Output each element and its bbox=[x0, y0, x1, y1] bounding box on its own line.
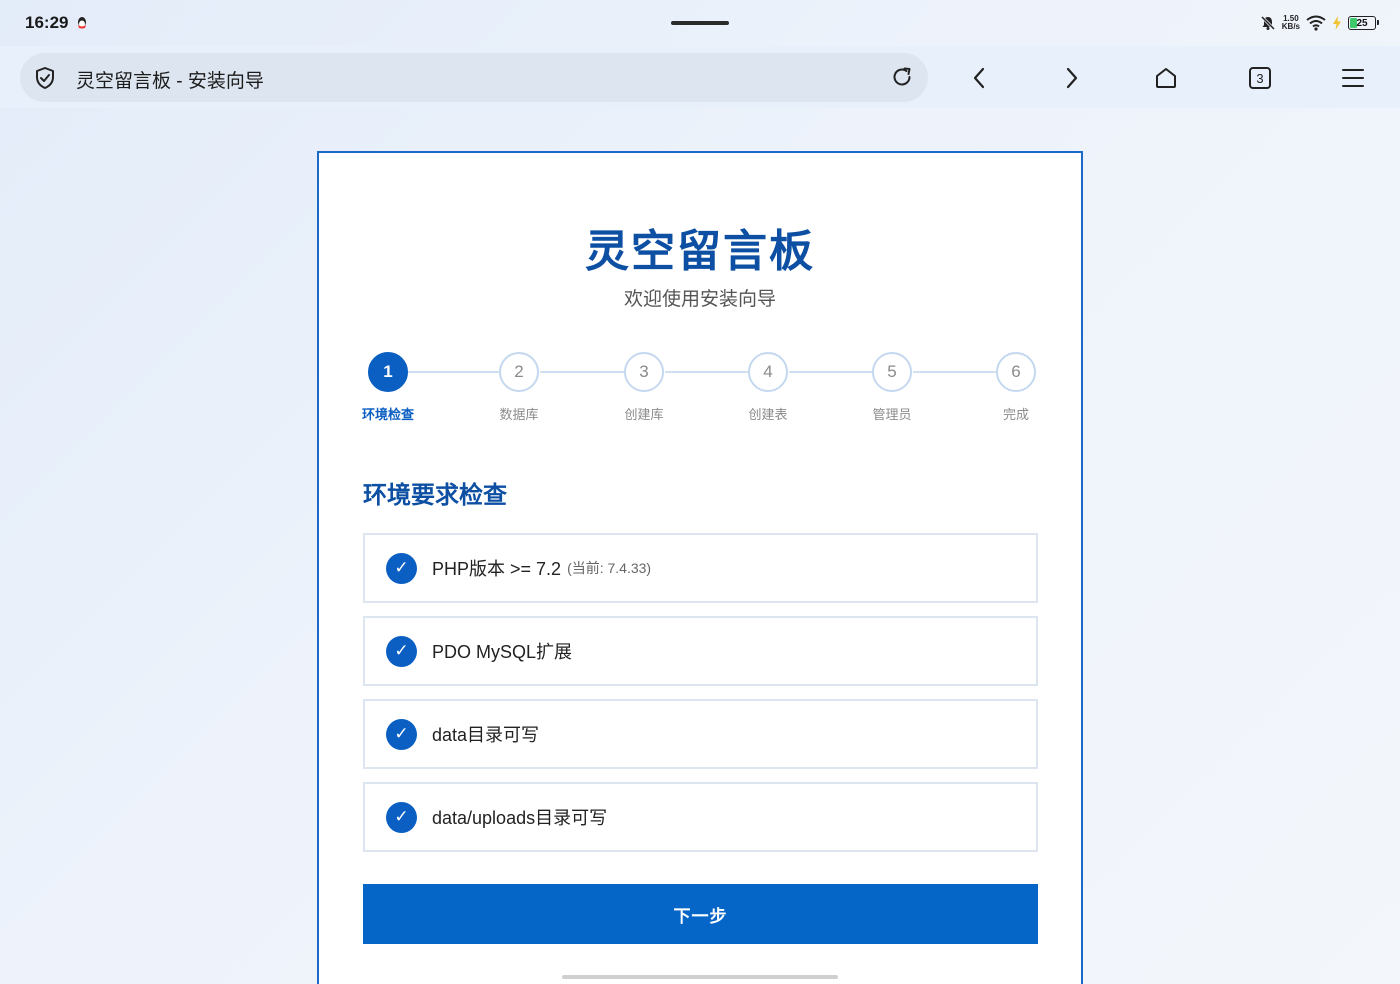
home-button[interactable] bbox=[1151, 63, 1181, 93]
step-label: 完成 bbox=[1002, 407, 1029, 422]
section-title: 环境要求检查 bbox=[363, 482, 507, 509]
step-number: 3 bbox=[624, 352, 664, 392]
check-icon: ✓ bbox=[386, 552, 417, 584]
requirement-text: data/uploads目录可写 bbox=[432, 808, 608, 828]
chevron-left-icon bbox=[973, 67, 985, 89]
battery-percent: 25 bbox=[1356, 17, 1368, 29]
step-number: 4 bbox=[748, 352, 788, 392]
tabs-button[interactable]: 3 bbox=[1245, 63, 1275, 93]
requirement-text: PHP版本 >= 7.2 bbox=[432, 559, 562, 579]
tab-count-badge: 3 bbox=[1249, 67, 1271, 89]
address-bar[interactable]: 灵空留言板 - 安装向导 bbox=[20, 53, 928, 102]
step-2: 2 数据库 bbox=[479, 352, 559, 423]
step-3: 3 创建库 bbox=[604, 352, 684, 423]
requirement-item: ✓ PHP版本 >= 7.2 (当前: 7.4.33) bbox=[363, 533, 1038, 603]
requirement-note: (当前: 7.4.33) bbox=[567, 560, 652, 576]
forward-button[interactable] bbox=[1057, 63, 1087, 93]
network-speed-unit: KB/s bbox=[1281, 22, 1300, 31]
step-number: 1 bbox=[368, 352, 408, 392]
multitask-handle[interactable] bbox=[671, 21, 729, 25]
charging-icon bbox=[1333, 16, 1341, 30]
step-label: 创建表 bbox=[748, 407, 788, 422]
requirement-item: ✓ data/uploads目录可写 bbox=[363, 782, 1038, 852]
chevron-right-icon bbox=[1066, 67, 1078, 89]
step-progress: 1 环境检查 2 数据库 3 创建库 4 创建表 5 管理员 6 完成 bbox=[362, 352, 1039, 432]
hamburger-menu-icon bbox=[1342, 69, 1364, 87]
status-icons: 1.50 KB/s 25 bbox=[1260, 12, 1379, 34]
status-time: 16:29 bbox=[25, 13, 69, 32]
check-icon: ✓ bbox=[386, 801, 417, 833]
step-4: 4 创建表 bbox=[728, 352, 808, 423]
step-label: 创建库 bbox=[624, 407, 664, 422]
browser-toolbar: 灵空留言板 - 安装向导 3 bbox=[0, 46, 1400, 108]
page-title-in-address-bar[interactable]: 灵空留言板 - 安装向导 bbox=[76, 66, 264, 93]
page-subtitle: 欢迎使用安装向导 bbox=[623, 289, 776, 310]
qq-notification-icon bbox=[78, 17, 86, 29]
check-icon: ✓ bbox=[386, 635, 417, 667]
network-speed: 1.50 KB/s bbox=[1282, 15, 1300, 31]
mute-bell-icon bbox=[1260, 15, 1275, 31]
step-6: 6 完成 bbox=[976, 352, 1056, 423]
install-wizard-card: 灵空留言板 欢迎使用安装向导 1 环境检查 2 数据库 3 创建库 4 创建表 … bbox=[317, 151, 1083, 984]
wifi-icon bbox=[1306, 15, 1326, 31]
check-icon: ✓ bbox=[386, 718, 417, 750]
step-number: 2 bbox=[499, 352, 539, 392]
menu-button[interactable] bbox=[1338, 63, 1368, 93]
step-label: 环境检查 bbox=[361, 407, 414, 422]
shield-check-icon[interactable] bbox=[34, 66, 56, 90]
home-icon bbox=[1156, 68, 1176, 88]
page-title: 灵空留言板 bbox=[585, 226, 815, 277]
step-1: 1 环境检查 bbox=[348, 352, 428, 423]
requirement-text: PDO MySQL扩展 bbox=[432, 642, 573, 662]
requirement-item: ✓ PDO MySQL扩展 bbox=[363, 616, 1038, 686]
step-5: 5 管理员 bbox=[852, 352, 932, 423]
requirement-item: ✓ data目录可写 bbox=[363, 699, 1038, 769]
battery-indicator: 25 bbox=[1348, 16, 1379, 30]
home-gesture-bar[interactable] bbox=[562, 975, 838, 979]
step-label: 管理员 bbox=[872, 407, 912, 422]
requirement-text: data目录可写 bbox=[432, 725, 540, 745]
status-bar: 16:29 1.50 KB/s 25 bbox=[0, 0, 1400, 46]
back-button[interactable] bbox=[964, 63, 994, 93]
step-number: 5 bbox=[872, 352, 912, 392]
step-label: 数据库 bbox=[499, 407, 539, 422]
step-number: 6 bbox=[996, 352, 1036, 392]
reload-icon[interactable] bbox=[890, 65, 914, 89]
requirement-list: ✓ PHP版本 >= 7.2 (当前: 7.4.33) ✓ PDO MySQL扩… bbox=[363, 533, 1038, 865]
next-step-button[interactable]: 下一步 bbox=[363, 884, 1038, 944]
